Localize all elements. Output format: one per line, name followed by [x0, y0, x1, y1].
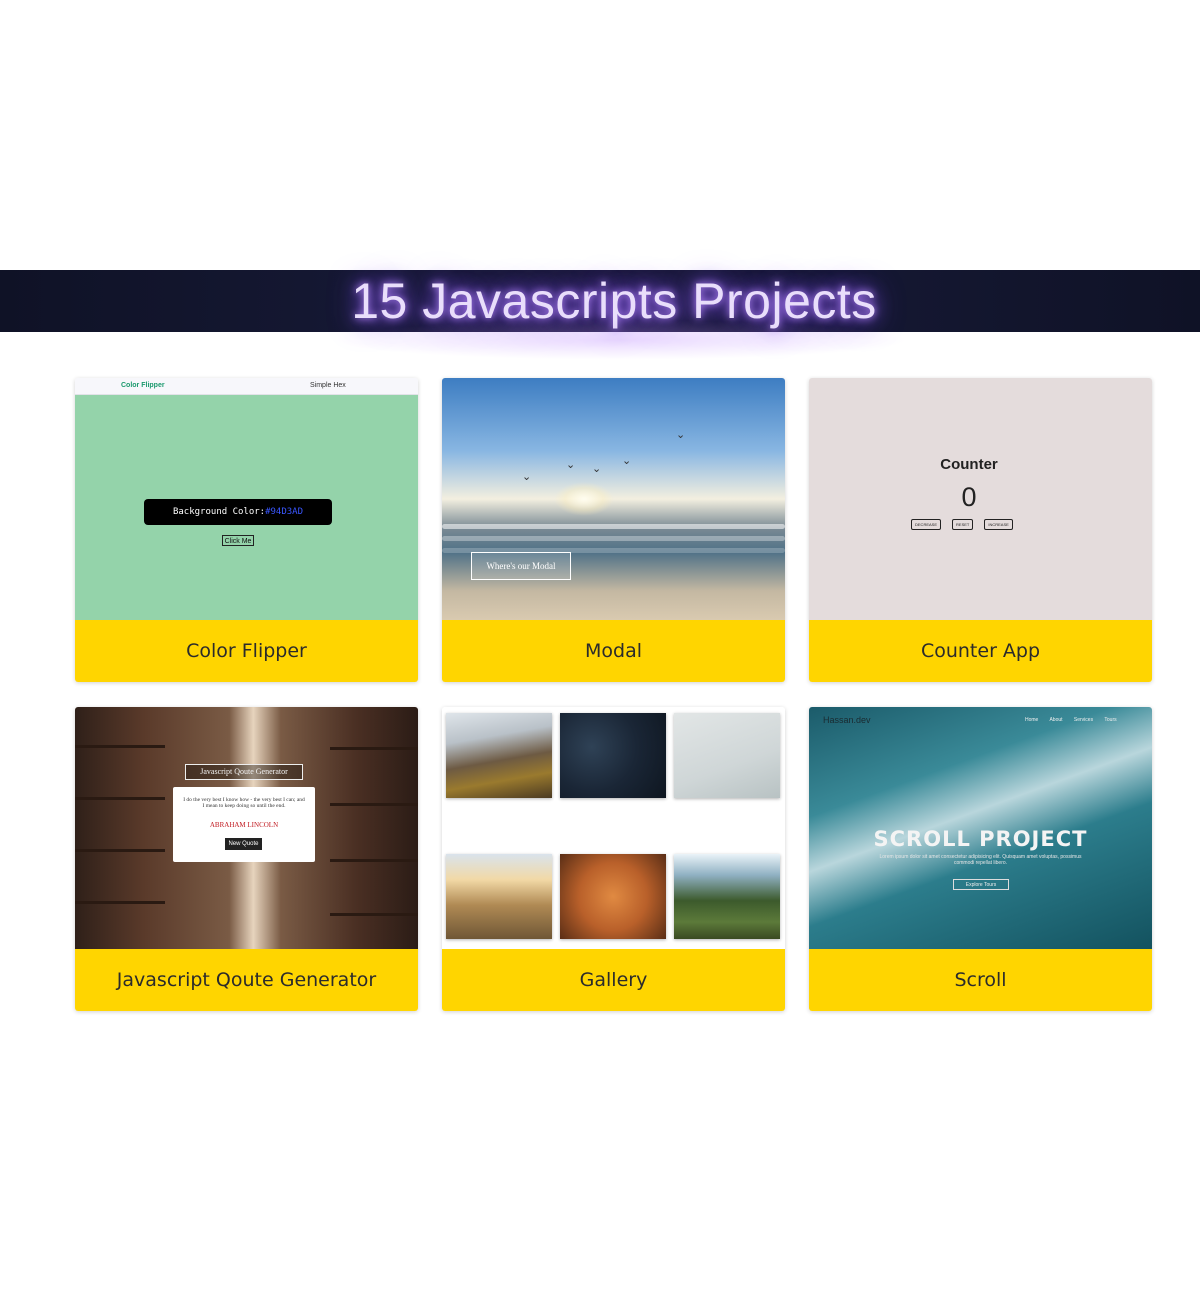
sun-glow — [554, 482, 614, 516]
project-preview — [442, 707, 785, 949]
preview-decrease-button: DECREASE — [911, 519, 942, 530]
shelf — [330, 747, 418, 750]
preview-increase-button: INCREASE — [984, 519, 1013, 530]
preview-nav-links: Simple Hex — [310, 382, 346, 389]
project-card-quote-generator[interactable]: Javascript Qoute Generator I do the very… — [75, 707, 418, 1011]
preview-scroll-title: SCROLL PROJECT — [873, 827, 1088, 851]
preview-quote-text: I do the very best I know how - the very… — [183, 797, 305, 809]
project-label[interactable]: Counter App — [809, 620, 1152, 682]
project-label[interactable]: Scroll — [809, 949, 1152, 1011]
preview-modal-button: Where's our Modal — [471, 552, 571, 580]
preview-navbar: Color Flipper Simple Hex — [75, 378, 418, 395]
project-label[interactable]: Gallery — [442, 949, 785, 1011]
project-preview: Javascript Qoute Generator I do the very… — [75, 707, 418, 949]
preview-explore-button: Explore Tours — [953, 879, 1009, 890]
project-card-color-flipper[interactable]: Color Flipper Simple Hex Background Colo… — [75, 378, 418, 682]
bird-icon: ⌄ — [566, 459, 576, 471]
preview-color-label: Background Color: — [172, 507, 266, 517]
project-preview: ⌄ ⌄ ⌄ ⌄ ⌄ Where's our Modal — [442, 378, 785, 620]
preview-nav-links: Home About Services Tours — [1025, 717, 1117, 723]
preview-new-quote-button: New Quote — [225, 838, 262, 850]
project-preview: Color Flipper Simple Hex Background Colo… — [75, 378, 418, 620]
shelf — [75, 745, 165, 748]
shelf — [330, 913, 418, 916]
gallery-thumb-mountain — [446, 713, 552, 798]
preview-counter-title: Counter — [940, 456, 998, 473]
shelf — [75, 797, 165, 800]
shelf — [75, 901, 165, 904]
project-label[interactable]: Modal — [442, 620, 785, 682]
preview-counter-value: 0 — [961, 482, 977, 512]
preview-click-button: Click Me — [222, 535, 254, 546]
preview-color-value: #94D3AD — [265, 507, 304, 517]
preview-scroll-text: Lorem ipsum dolor sit amet consectetur a… — [879, 854, 1082, 866]
wave — [442, 524, 785, 529]
wave — [442, 536, 785, 541]
preview-quote-heading: Javascript Qoute Generator — [185, 764, 303, 780]
project-card-gallery[interactable]: Gallery — [442, 707, 785, 1011]
title-glow — [330, 320, 910, 360]
gallery-thumb-autumn-tree — [560, 854, 666, 939]
project-label[interactable]: Javascript Qoute Generator — [75, 949, 418, 1011]
project-label[interactable]: Color Flipper — [75, 620, 418, 682]
gallery-thumb-branch — [674, 713, 780, 798]
preview-reset-button: RESET — [952, 519, 974, 530]
bird-icon: ⌄ — [592, 463, 602, 475]
preview-brand: Color Flipper — [121, 382, 165, 389]
shelf — [330, 859, 418, 862]
shelf — [330, 803, 418, 806]
bird-icon: ⌄ — [522, 471, 532, 483]
shelf — [75, 849, 165, 852]
project-card-counter-app[interactable]: Counter 0 DECREASE RESET INCREASE Counte… — [809, 378, 1152, 682]
preview-color-display: Background Color: #94D3AD — [144, 499, 332, 525]
gallery-thumb-path — [674, 854, 780, 939]
project-preview: Counter 0 DECREASE RESET INCREASE — [809, 378, 1152, 620]
bird-icon: ⌄ — [676, 429, 686, 441]
project-preview: Hassan.dev Home About Services Tours SCR… — [809, 707, 1152, 949]
preview-counter-buttons: DECREASE RESET INCREASE — [911, 519, 1013, 530]
preview-brand: Hassan.dev — [823, 715, 871, 725]
gallery-thumb-valley — [446, 854, 552, 939]
project-card-modal[interactable]: ⌄ ⌄ ⌄ ⌄ ⌄ Where's our Modal Modal — [442, 378, 785, 682]
bird-icon: ⌄ — [622, 455, 632, 467]
project-card-scroll[interactable]: Hassan.dev Home About Services Tours SCR… — [809, 707, 1152, 1011]
preview-quote-card: I do the very best I know how - the very… — [173, 787, 315, 862]
preview-quote-author: ABRAHAM LINCOLN — [209, 821, 279, 829]
gallery-thumb-night-sky — [560, 713, 666, 798]
